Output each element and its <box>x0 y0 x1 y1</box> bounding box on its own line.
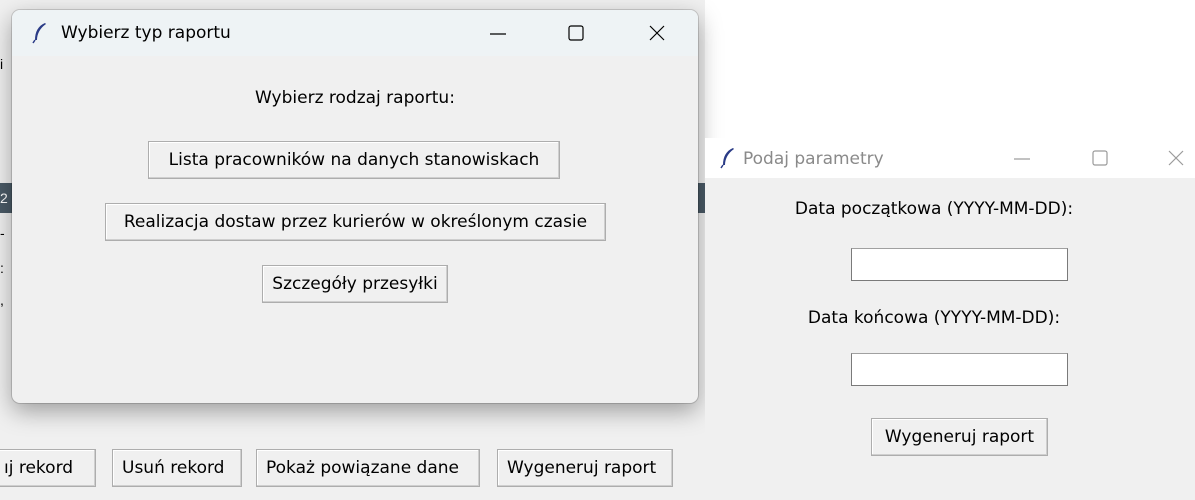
maximize-icon <box>568 25 584 41</box>
parameters-dialog: Podaj parametry Data początkowa (YYYY-MM… <box>705 138 1195 500</box>
feather-icon <box>32 23 46 44</box>
minimize-icon <box>490 33 506 35</box>
report-type-dialog: Wybierz typ raportu Wybierz rodzaj rapor… <box>12 10 698 403</box>
minimize-button[interactable] <box>475 10 521 56</box>
maximize-icon <box>1092 150 1108 166</box>
feather-icon <box>720 148 734 169</box>
dialog-titlebar[interactable]: Wybierz typ raportu <box>12 10 698 56</box>
dialog-title: Wybierz typ raportu <box>61 23 231 43</box>
dialog-title: Podaj parametry <box>743 149 884 169</box>
maximize-button[interactable] <box>553 10 599 56</box>
delete-record-button[interactable]: Usuń rekord <box>112 449 242 487</box>
maximize-button[interactable] <box>1077 138 1123 178</box>
show-related-data-button[interactable]: Pokaż powiązane dane <box>256 449 480 487</box>
minimize-icon <box>1014 158 1030 160</box>
employees-by-position-button[interactable]: Lista pracowników na danych stanowiskach <box>148 141 560 179</box>
generate-report-main-button[interactable]: Wygeneruj raport <box>497 449 673 487</box>
close-button[interactable] <box>634 10 680 56</box>
report-type-prompt: Wybierz rodzaj raportu: <box>255 88 455 108</box>
edge-text: - <box>0 225 5 241</box>
start-date-label: Data początkowa (YYYY-MM-DD): <box>794 199 1074 219</box>
close-icon <box>649 25 665 41</box>
edge-text: 2 <box>0 190 8 206</box>
generate-report-button[interactable]: Wygeneruj raport <box>871 418 1048 456</box>
end-date-label: Data końcowa (YYYY-MM-DD): <box>807 308 1061 328</box>
close-button[interactable] <box>1157 138 1195 178</box>
edge-text: : <box>0 260 4 276</box>
courier-deliveries-button[interactable]: Realizacja dostaw przez kurierów w okreś… <box>105 203 606 241</box>
shipment-details-button[interactable]: Szczegóły przesyłki <box>262 265 448 303</box>
close-icon <box>1168 150 1184 166</box>
minimize-button[interactable] <box>999 138 1045 178</box>
edge-text: , <box>0 292 4 308</box>
end-date-input[interactable] <box>851 353 1068 386</box>
dialog-titlebar[interactable]: Podaj parametry <box>705 138 1195 178</box>
start-date-input[interactable] <box>851 248 1068 281</box>
edit-record-button[interactable]: ıj rekord <box>0 449 96 487</box>
edge-text: i <box>0 56 4 72</box>
